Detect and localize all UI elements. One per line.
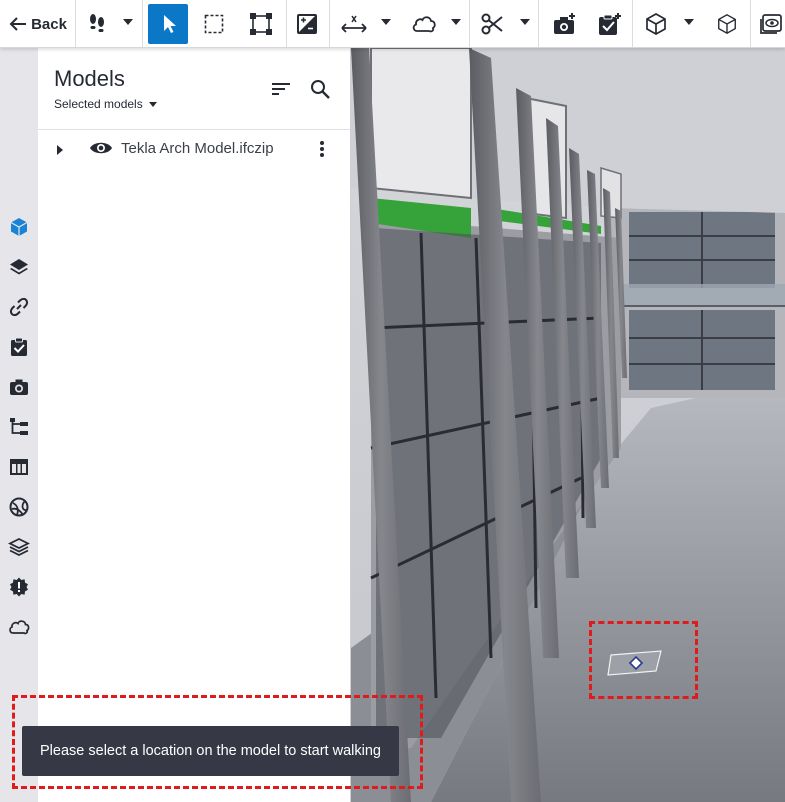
building-render [351, 48, 785, 802]
walk-dropdown-caret[interactable] [123, 19, 133, 25]
rail-hierarchy-button[interactable] [4, 412, 34, 442]
rail-issues-button[interactable] [4, 572, 34, 602]
walk-icon [90, 14, 104, 32]
eye-box-icon [760, 14, 782, 34]
toolbar-separator [750, 0, 751, 47]
cloud-icon [412, 16, 436, 33]
visibility-toggle[interactable] [89, 139, 113, 162]
sort-button[interactable] [270, 78, 294, 102]
camera-add-icon [554, 13, 575, 34]
scissors-icon [481, 13, 503, 35]
models-panel: Models Selected models Tekla Arch Model.… [38, 48, 351, 802]
back-button[interactable]: Back [6, 4, 70, 44]
view-cube-button[interactable] [638, 4, 674, 44]
measure-icon [341, 15, 367, 33]
rect-select-button[interactable] [196, 4, 232, 44]
toolbar-separator [142, 0, 143, 47]
rail-links-button[interactable] [4, 292, 34, 322]
toolbar-separator [538, 0, 539, 47]
alert-badge-icon [10, 577, 28, 597]
contrast-icon [297, 14, 317, 34]
view-3d-button[interactable] [710, 4, 744, 44]
panel-title: Models [54, 66, 125, 91]
side-rail [0, 48, 38, 802]
rect-select-icon [204, 14, 224, 34]
clipboard-check-icon [11, 337, 27, 356]
expand-button[interactable] [56, 143, 64, 161]
chevron-down-icon [148, 101, 157, 107]
rail-stack-button[interactable] [4, 532, 34, 562]
toolbar-separator [286, 0, 287, 47]
selected-models-label: Selected models [54, 97, 143, 111]
fit-frame-button[interactable] [242, 4, 280, 44]
globe-icon [9, 497, 29, 517]
add-snapshot-button[interactable] [547, 4, 583, 44]
toolbar-separator [75, 0, 76, 47]
cube-icon [646, 13, 666, 35]
rail-cloud-button[interactable] [4, 612, 34, 642]
main-toolbar: Back [0, 0, 785, 48]
toast-message: Please select a location on the model to… [40, 743, 381, 759]
cloud-dropdown-caret[interactable] [451, 19, 461, 25]
panel-divider [38, 129, 350, 130]
toolbar-separator [329, 0, 330, 47]
cube-icon [10, 218, 28, 236]
model-list-item[interactable]: Tekla Arch Model.ifczip [38, 132, 350, 166]
clipboard-add-icon [599, 13, 621, 35]
eye-icon [90, 142, 112, 154]
rail-globe-button[interactable] [4, 492, 34, 522]
section-cut-button[interactable] [476, 4, 510, 44]
rail-models-button[interactable] [4, 212, 34, 242]
arrow-left-icon [9, 17, 27, 31]
select-tool-button[interactable] [148, 4, 188, 44]
search-button[interactable] [309, 78, 333, 102]
selected-models-dropdown[interactable]: Selected models [54, 97, 157, 111]
camera-icon [10, 379, 28, 395]
fit-frame-icon [250, 13, 272, 35]
contrast-button[interactable] [290, 4, 324, 44]
rail-table-button[interactable] [4, 452, 34, 482]
toolbar-separator [632, 0, 633, 47]
view-dropdown-caret[interactable] [684, 19, 694, 25]
sort-icon [272, 83, 290, 95]
hierarchy-icon [10, 418, 28, 435]
section-dropdown-caret[interactable] [520, 19, 530, 25]
link-icon [9, 297, 29, 317]
search-icon [311, 80, 330, 99]
measure-dropdown-caret[interactable] [381, 19, 391, 25]
table-icon [10, 459, 28, 475]
cloud-icon [9, 620, 30, 635]
measure-button[interactable] [336, 4, 372, 44]
caret-right-icon [57, 145, 63, 155]
visibility-box-button[interactable] [756, 4, 785, 44]
rail-layers-button[interactable] [4, 252, 34, 282]
cursor-icon [164, 15, 176, 33]
walk-hint-toast: Please select a location on the model to… [22, 726, 399, 776]
model-more-button[interactable] [318, 140, 326, 163]
walk-button[interactable] [82, 4, 112, 44]
add-todo-button[interactable] [592, 4, 628, 44]
rail-snapshots-button[interactable] [4, 372, 34, 402]
toolbar-separator [469, 0, 470, 47]
back-label: Back [31, 15, 67, 33]
rail-todos-button[interactable] [4, 332, 34, 362]
cloud-markup-button[interactable] [405, 4, 443, 44]
more-vertical-icon [320, 141, 324, 157]
model-name: Tekla Arch Model.ifczip [121, 140, 274, 157]
stack-icon [8, 537, 30, 557]
layers-icon [10, 259, 28, 275]
3d-viewport[interactable] [351, 48, 785, 802]
cube-outline-icon [718, 14, 736, 34]
